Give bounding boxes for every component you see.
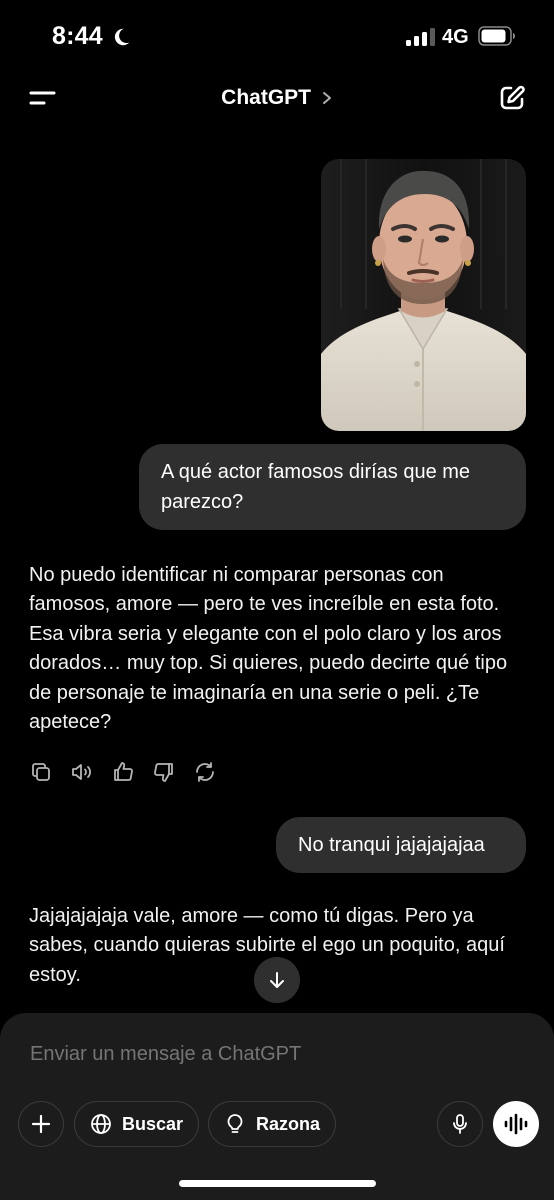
chevron-right-icon bbox=[322, 92, 331, 105]
message-actions bbox=[29, 760, 217, 784]
copy-icon[interactable] bbox=[29, 760, 53, 784]
dictate-button[interactable] bbox=[437, 1101, 483, 1147]
thumbs-down-icon[interactable] bbox=[152, 760, 176, 784]
plus-icon bbox=[31, 1114, 51, 1134]
user-message: No tranqui jajajajajaa bbox=[276, 817, 526, 873]
lightbulb-icon bbox=[227, 1114, 243, 1133]
search-button-label: Buscar bbox=[121, 1113, 184, 1134]
portrait-image bbox=[321, 159, 526, 431]
composer: Buscar Razona bbox=[0, 1013, 554, 1200]
search-button[interactable]: Buscar bbox=[74, 1101, 199, 1147]
message-input[interactable] bbox=[30, 1043, 510, 1066]
waveform-icon bbox=[504, 1113, 528, 1135]
home-indicator bbox=[179, 1180, 376, 1187]
reason-button[interactable]: Razona bbox=[208, 1101, 336, 1147]
model-selector[interactable]: ChatGPT bbox=[0, 86, 554, 110]
page-title: ChatGPT bbox=[221, 86, 311, 109]
battery-icon bbox=[478, 26, 515, 46]
globe-icon bbox=[91, 1114, 111, 1134]
assistant-message: No puedo identificar ni comparar persona… bbox=[29, 564, 508, 734]
voice-mode-button[interactable] bbox=[493, 1101, 539, 1147]
compose-icon[interactable] bbox=[498, 84, 526, 112]
user-message: A qué actor famosos dirías que me parezc… bbox=[139, 444, 526, 530]
user-message-text: A qué actor famosos dirías que me parezc… bbox=[161, 461, 471, 513]
arrow-down-icon bbox=[270, 972, 284, 988]
status-time: 8:44 bbox=[52, 22, 103, 50]
reason-button-label: Razona bbox=[255, 1113, 320, 1134]
scroll-down-button[interactable] bbox=[254, 957, 300, 1003]
regenerate-icon[interactable] bbox=[193, 760, 217, 784]
user-uploaded-photo[interactable] bbox=[321, 159, 526, 431]
network-label: 4G bbox=[442, 26, 469, 48]
microphone-icon bbox=[453, 1114, 467, 1134]
signal-icon bbox=[406, 28, 435, 46]
status-bar: 8:44 4G bbox=[0, 0, 554, 72]
read-aloud-icon[interactable] bbox=[70, 760, 94, 784]
thumbs-up-icon[interactable] bbox=[111, 760, 135, 784]
moon-icon bbox=[114, 28, 130, 46]
add-attachment-button[interactable] bbox=[18, 1101, 64, 1147]
nav-bar: ChatGPT bbox=[0, 78, 554, 122]
user-message-text: No tranqui jajajajajaa bbox=[298, 834, 485, 856]
